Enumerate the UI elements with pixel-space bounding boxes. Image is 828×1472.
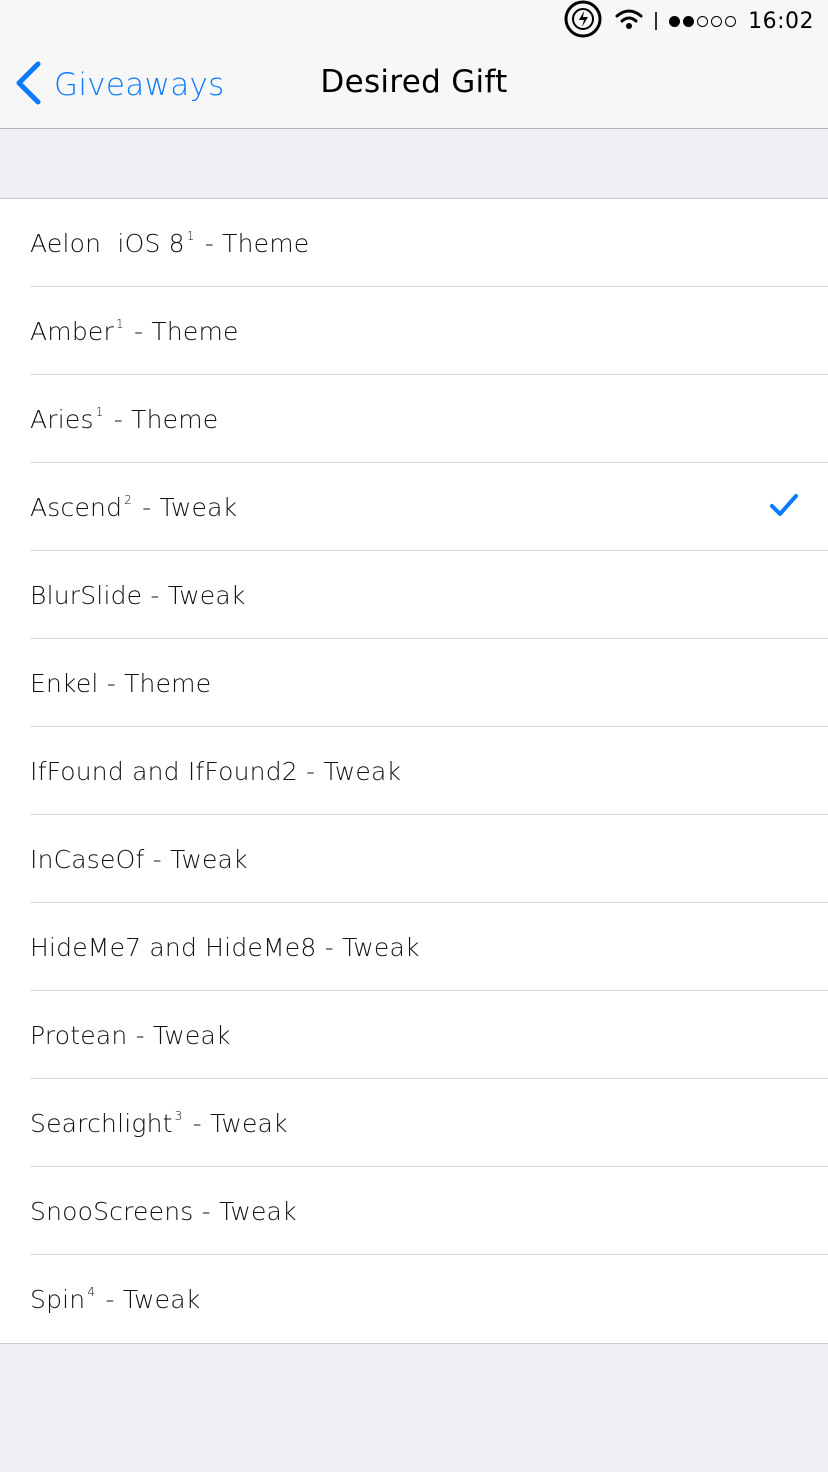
item-name: InCaseOf (30, 844, 145, 874)
gift-list: Aelon iOS 81 - Theme Amber 1 - Theme Aries 1… (0, 198, 828, 1344)
item-footnote-marker: 3 (174, 1108, 183, 1123)
item-name: Searchlight (30, 1108, 173, 1138)
item-name: Enkel (30, 668, 99, 698)
list-item[interactable]: Ascend 2 - Tweak (0, 463, 828, 551)
item-type: - Tweak (142, 580, 246, 610)
list-item[interactable]: Aelon iOS 81 - Theme (0, 199, 828, 287)
status-bar: 16:02 (0, 0, 828, 40)
signal-dot (683, 15, 695, 27)
page-title: Desired Gift (320, 64, 508, 100)
list-item[interactable]: Spin 4 - Tweak (0, 1255, 828, 1343)
item-name: Ascend (30, 492, 123, 522)
item-type: - Theme (125, 316, 239, 346)
list-item-label: SnooScreens - Tweak (30, 1197, 297, 1226)
item-footnote-marker: 1 (95, 404, 104, 419)
item-name: Protean (30, 1020, 128, 1050)
item-name: BlurSlide (30, 580, 143, 610)
status-time: 16:02 (748, 8, 814, 34)
list-item-label: Aelon iOS 81 - Theme (30, 229, 309, 258)
list-item-label: Enkel - Theme (30, 669, 211, 698)
item-type: - Tweak (127, 1020, 231, 1050)
item-name: Aries (30, 404, 94, 434)
list-item-label: InCaseOf - Tweak (30, 845, 248, 874)
list-item[interactable]: Amber 1 - Theme (0, 287, 828, 375)
signal-dot (725, 15, 737, 27)
item-name: HideMe7 and HideMe8 (30, 932, 317, 962)
signal-dot (669, 15, 681, 27)
item-name: Spin (30, 1284, 86, 1314)
checkmark-icon (770, 494, 798, 516)
signal-dot (711, 15, 723, 27)
item-type: - Theme (196, 228, 310, 258)
battery-saver-icon (563, 0, 603, 43)
list-item[interactable]: BlurSlide - Tweak (0, 551, 828, 639)
list-item[interactable]: Searchlight 3 - Tweak (0, 1079, 828, 1167)
list-item[interactable]: InCaseOf - Tweak (0, 815, 828, 903)
list-item[interactable]: IfFound and IfFound2 - Tweak (0, 727, 828, 815)
navigation-bar: Giveaways Desired Gift (0, 40, 828, 129)
list-item-label: Aries 1 - Theme (30, 405, 218, 434)
item-footnote-marker: 1 (186, 228, 195, 243)
item-type: - Tweak (97, 1284, 201, 1314)
list-item-label: HideMe7 and HideMe8 - Tweak (30, 933, 420, 962)
list-item-label: BlurSlide - Tweak (30, 581, 246, 610)
list-item[interactable]: Aries 1 - Theme (0, 375, 828, 463)
list-item-label: Spin 4 - Tweak (30, 1285, 200, 1314)
item-type: - Tweak (134, 492, 238, 522)
list-item-label: Ascend 2 - Tweak (30, 493, 237, 522)
item-footnote-marker: 1 (115, 316, 124, 331)
item-type: - Tweak (316, 932, 420, 962)
wifi-icon (615, 8, 643, 34)
list-item-label: Protean - Tweak (30, 1021, 231, 1050)
item-type: - Tweak (193, 1196, 297, 1226)
item-name: IfFound and IfFound2 (30, 756, 298, 786)
signal-strength-icon (669, 15, 737, 27)
item-type: - Tweak (184, 1108, 288, 1138)
item-type: - Theme (105, 404, 219, 434)
item-name: Amber (30, 316, 114, 346)
item-footnote-marker: 4 (87, 1284, 96, 1299)
item-type: - Theme (98, 668, 212, 698)
signal-dot (697, 15, 709, 27)
status-right: 16:02 (563, 0, 814, 43)
item-footnote-marker: 2 (124, 492, 133, 507)
item-name: SnooScreens (30, 1196, 194, 1226)
item-name: Aelon iOS 8 (30, 228, 185, 258)
item-type: - Tweak (144, 844, 248, 874)
list-item[interactable]: SnooScreens - Tweak (0, 1167, 828, 1255)
item-type: - Tweak (297, 756, 402, 786)
list-item-label: Searchlight 3 - Tweak (30, 1109, 288, 1138)
list-item[interactable]: Enkel - Theme (0, 639, 828, 727)
list-item-label: Amber 1 - Theme (30, 317, 239, 346)
status-separator (655, 12, 658, 30)
list-item-label: IfFound and IfFound2 - Tweak (30, 757, 401, 786)
list-item[interactable]: HideMe7 and HideMe8 - Tweak (0, 903, 828, 991)
list-item[interactable]: Protean - Tweak (0, 991, 828, 1079)
